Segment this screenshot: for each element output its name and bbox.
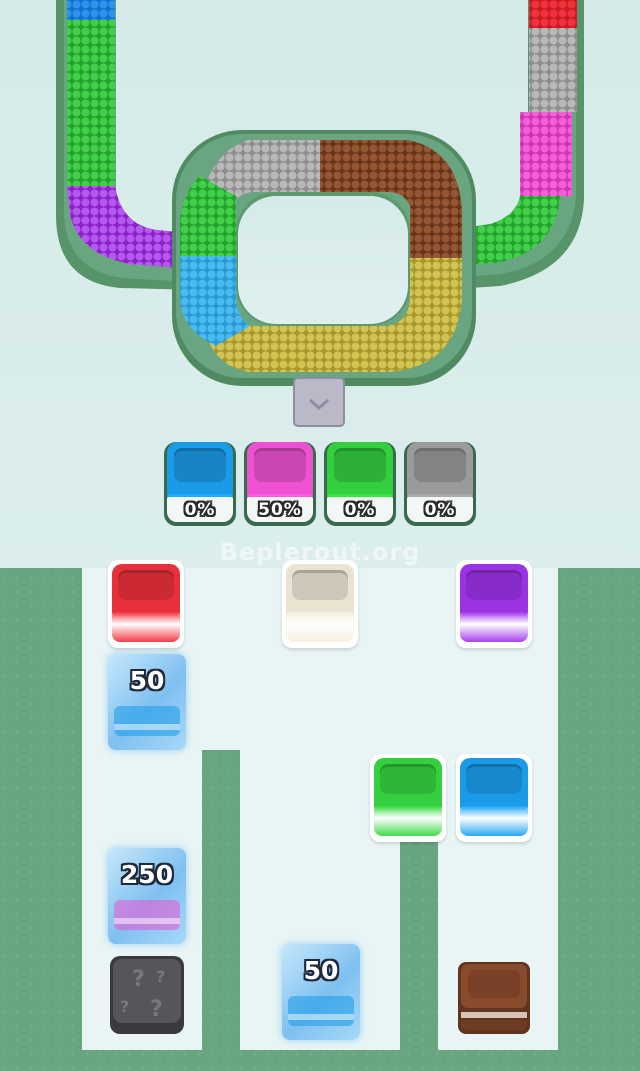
conveyor-loop xyxy=(172,130,476,386)
collector-percent-label: 0% xyxy=(424,500,456,520)
collector-percent-label: 0% xyxy=(344,500,376,520)
ice-block-50-left[interactable]: 50 xyxy=(108,654,186,750)
collector-percent-label: 0% xyxy=(184,500,216,520)
collector-cup-green: 0% xyxy=(324,442,396,526)
ice-block-counter: 50 xyxy=(129,666,165,695)
svg-text:?: ? xyxy=(156,967,165,986)
green-cup[interactable] xyxy=(370,754,446,842)
brown-block[interactable] xyxy=(458,962,530,1034)
collector-percent-label: 50% xyxy=(258,500,302,520)
svg-text:?: ? xyxy=(150,997,163,1022)
question-mark-icon: ? ? ? ? xyxy=(120,967,165,1022)
svg-text:?: ? xyxy=(132,967,145,992)
dispenser-chute xyxy=(293,377,345,427)
hidden-block[interactable]: ? ? ? ? xyxy=(110,956,184,1034)
pink-balls-segment xyxy=(520,112,572,196)
ice-block-counter: 250 xyxy=(120,860,174,889)
ice-block-50-bottom[interactable]: 50 xyxy=(282,944,360,1040)
collector-row: 0% 50% 0% 0% xyxy=(164,442,476,528)
cream-cup[interactable] xyxy=(282,560,358,648)
blue-cup[interactable] xyxy=(456,754,532,842)
green-balls-segment xyxy=(67,20,115,186)
collector-cup-pink: 50% xyxy=(244,442,316,526)
red-cup[interactable] xyxy=(108,560,184,648)
loop-center xyxy=(238,196,408,324)
ice-block-counter: 50 xyxy=(303,956,339,985)
collector-cup-blue: 0% xyxy=(164,442,236,526)
game-board-svg xyxy=(0,0,640,1071)
ice-block-250[interactable]: 250 xyxy=(108,848,186,944)
purple-cup[interactable] xyxy=(456,560,532,648)
blue-balls-segment xyxy=(67,0,115,20)
collector-cup-gray: 0% xyxy=(404,442,476,526)
gray-balls-segment-right xyxy=(529,28,577,112)
svg-text:?: ? xyxy=(120,997,129,1016)
red-balls-segment xyxy=(529,0,577,28)
game-scene: 0% 50% 0% 0% Beplerout.org 50 250 50 ? ?… xyxy=(0,0,640,1071)
